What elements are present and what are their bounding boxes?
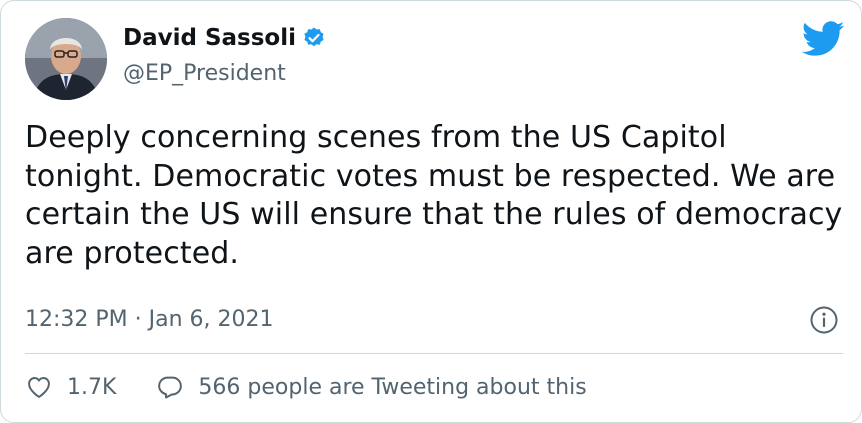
author-handle[interactable]: @EP_President (123, 61, 286, 86)
like-button[interactable]: 1.7K (25, 373, 116, 401)
tweet-timestamp[interactable]: 12:32 PM · Jan 6, 2021 (25, 307, 274, 332)
verified-badge-icon (302, 26, 326, 50)
tweet-text: Deeply concerning scenes from the US Cap… (25, 120, 843, 271)
like-count: 1.7K (67, 374, 117, 400)
tweet-card: David Sassoli @EP_President Deeply conce… (0, 0, 862, 423)
comment-bubble-icon (158, 376, 183, 399)
info-icon[interactable] (809, 305, 839, 335)
avatar-image (25, 18, 107, 100)
reply-text: 566 people are Tweeting about this (198, 374, 587, 400)
reply-button[interactable]: 566 people are Tweeting about this (156, 373, 587, 401)
author-name[interactable]: David Sassoli (123, 25, 296, 51)
author-name-row: David Sassoli (123, 25, 326, 51)
action-bar: 1.7K 566 people are Tweeting about this (25, 373, 587, 401)
divider (25, 353, 843, 354)
heart-icon (28, 377, 50, 398)
twitter-bird-icon[interactable] (801, 21, 845, 57)
avatar[interactable] (25, 18, 107, 100)
